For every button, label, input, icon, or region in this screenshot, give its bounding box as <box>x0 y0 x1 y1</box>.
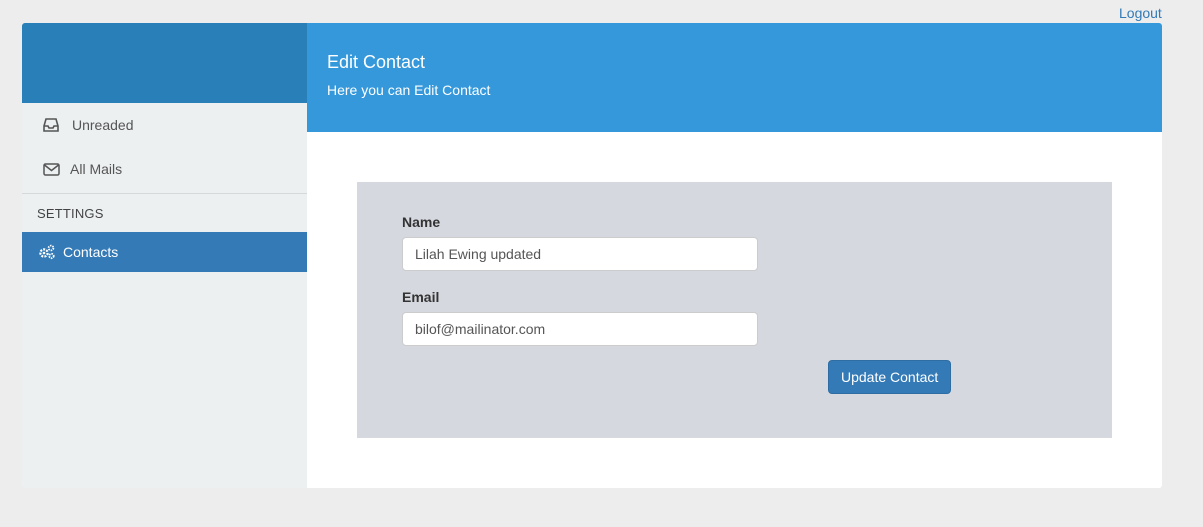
email-label: Email <box>402 289 440 305</box>
email-field[interactable] <box>402 312 758 346</box>
app-container: Unreaded All Mails SETTINGS Contacts Edi… <box>22 23 1162 488</box>
inbox-icon <box>41 115 61 135</box>
page-title: Edit Contact <box>327 52 426 72</box>
content-area: Name Email Update Contact <box>307 132 1162 488</box>
sidebar-item-label: All Mails <box>70 161 123 177</box>
sidebar: Unreaded All Mails SETTINGS Contacts <box>22 23 307 488</box>
sidebar-item-label: Contacts <box>63 244 119 260</box>
email-group: Email <box>402 289 758 346</box>
sidebar-item-unreaded[interactable]: Unreaded <box>22 103 307 147</box>
name-field[interactable] <box>402 237 758 271</box>
page-subtitle: Here you can Edit Contact <box>327 82 491 98</box>
sidebar-item-contacts[interactable]: Contacts <box>22 232 307 272</box>
update-contact-button[interactable]: Update Contact <box>828 360 952 394</box>
sidebar-item-label: Unreaded <box>72 117 134 133</box>
main-panel: Edit Contact Here you can Edit Contact N… <box>307 23 1162 488</box>
envelope-icon <box>41 159 61 179</box>
logout-link[interactable]: Logout <box>1119 5 1162 21</box>
name-group: Name <box>402 214 758 271</box>
name-label: Name <box>402 214 441 230</box>
sidebar-brand <box>22 23 307 103</box>
page-header: Edit Contact Here you can Edit Contact <box>307 23 1162 132</box>
edit-contact-form: Name Email Update Contact <box>357 182 1112 438</box>
sidebar-item-all-mails[interactable]: All Mails <box>22 147 307 191</box>
settings-header: SETTINGS <box>37 205 104 221</box>
gears-icon <box>37 242 57 262</box>
